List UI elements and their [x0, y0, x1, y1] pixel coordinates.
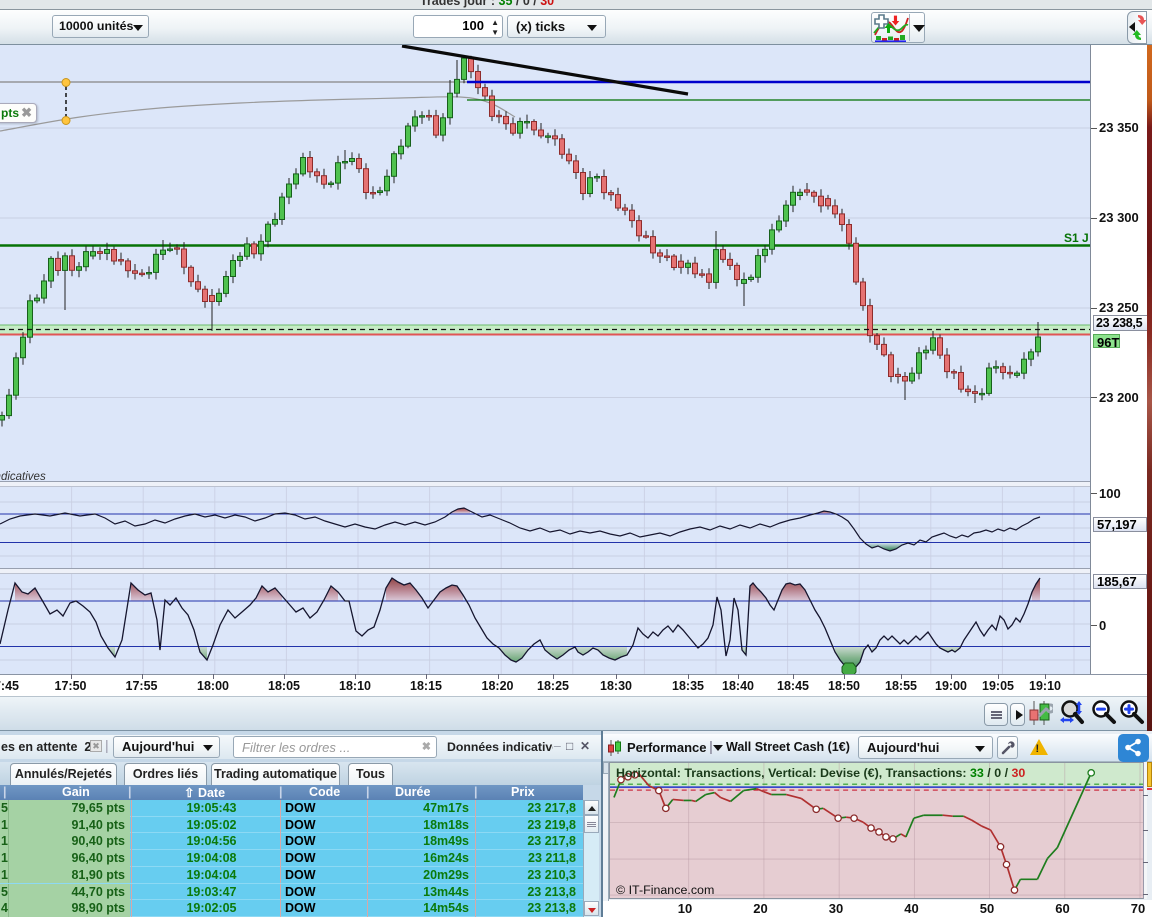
svg-text:© IT-Finance.com: © IT-Finance.com [616, 883, 714, 897]
svg-text:S1 J: S1 J [1064, 231, 1089, 245]
svg-text:indicatives: indicatives [0, 471, 46, 481]
svg-text:Horizontal: Transactions, Vert: Horizontal: Transactions, Vertical: Devi… [616, 766, 1026, 780]
